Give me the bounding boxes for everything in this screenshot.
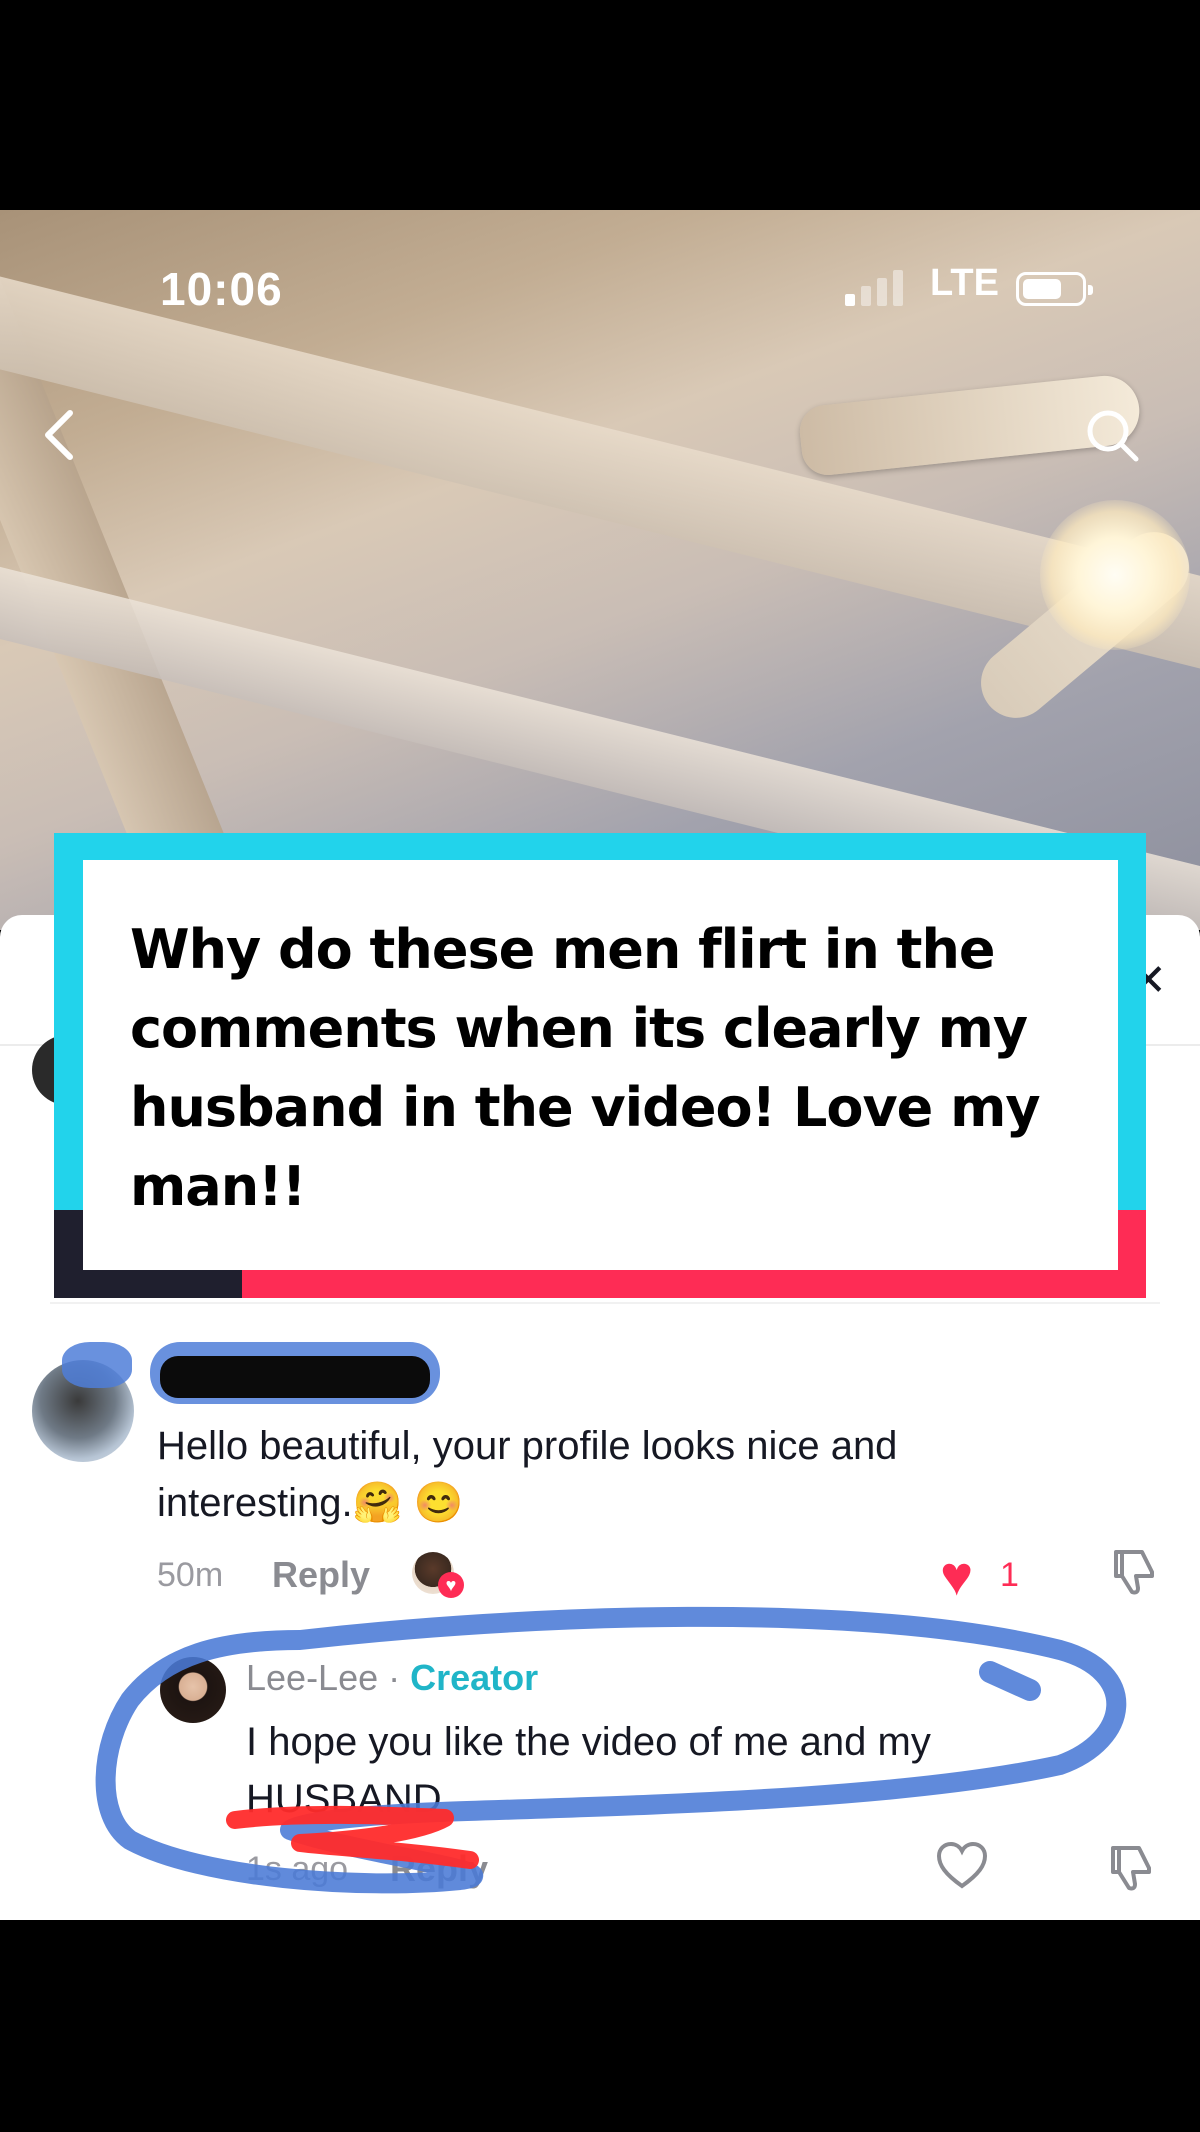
ceiling-fan-light [1040,500,1190,650]
author-separator: · [378,1657,411,1698]
search-icon [1087,410,1139,462]
reply-button[interactable]: Reply [272,1554,370,1596]
video-frame[interactable] [0,210,1200,930]
redaction-scribble [62,1342,132,1388]
heart-icon: ♥ [438,1572,464,1598]
caption-text: Why do these men flirt in the comments w… [130,918,1041,1218]
author-name: Lee-Lee [246,1657,379,1698]
battery-icon [1016,272,1093,306]
creator-avatar[interactable] [160,1657,226,1723]
screen: 10:06 LTE ✕ Why do these men flirt in th… [0,0,1200,2132]
dislike-button[interactable] [1108,1546,1160,1598]
heart-outline-icon [936,1841,988,1889]
search-button[interactable] [1082,405,1142,465]
heart-filled-icon: ♥ [940,1544,974,1607]
like-button[interactable] [935,1840,989,1890]
thumbs-down-icon [1114,1550,1154,1595]
comment-text: Hello beautiful, your profile looks nice… [157,1424,898,1525]
top-black-bar [0,0,1200,210]
chevron-left-icon [45,410,73,460]
bottom-black-bar [0,1920,1200,2132]
comment-age: 1s ago [246,1850,349,1888]
comment-author[interactable]: Lee-Lee · Creator [246,1657,538,1699]
comment-age: 50m [157,1556,224,1594]
status-time: 10:06 [160,263,283,315]
redacted-username[interactable] [160,1356,430,1398]
divider [50,1302,1160,1304]
comment-text: I hope you like the video of me and my H… [246,1720,931,1821]
like-button[interactable]: ♥ [940,1548,973,1604]
back-button[interactable] [40,405,90,465]
creator-badge: Creator [410,1657,539,1698]
dislike-button[interactable] [1105,1842,1157,1894]
reply-button[interactable]: Reply [390,1848,488,1890]
thumbs-down-icon [1111,1846,1151,1891]
signal-icon [845,268,909,306]
network-type: LTE [930,262,999,304]
like-count: 1 [1000,1556,1019,1594]
